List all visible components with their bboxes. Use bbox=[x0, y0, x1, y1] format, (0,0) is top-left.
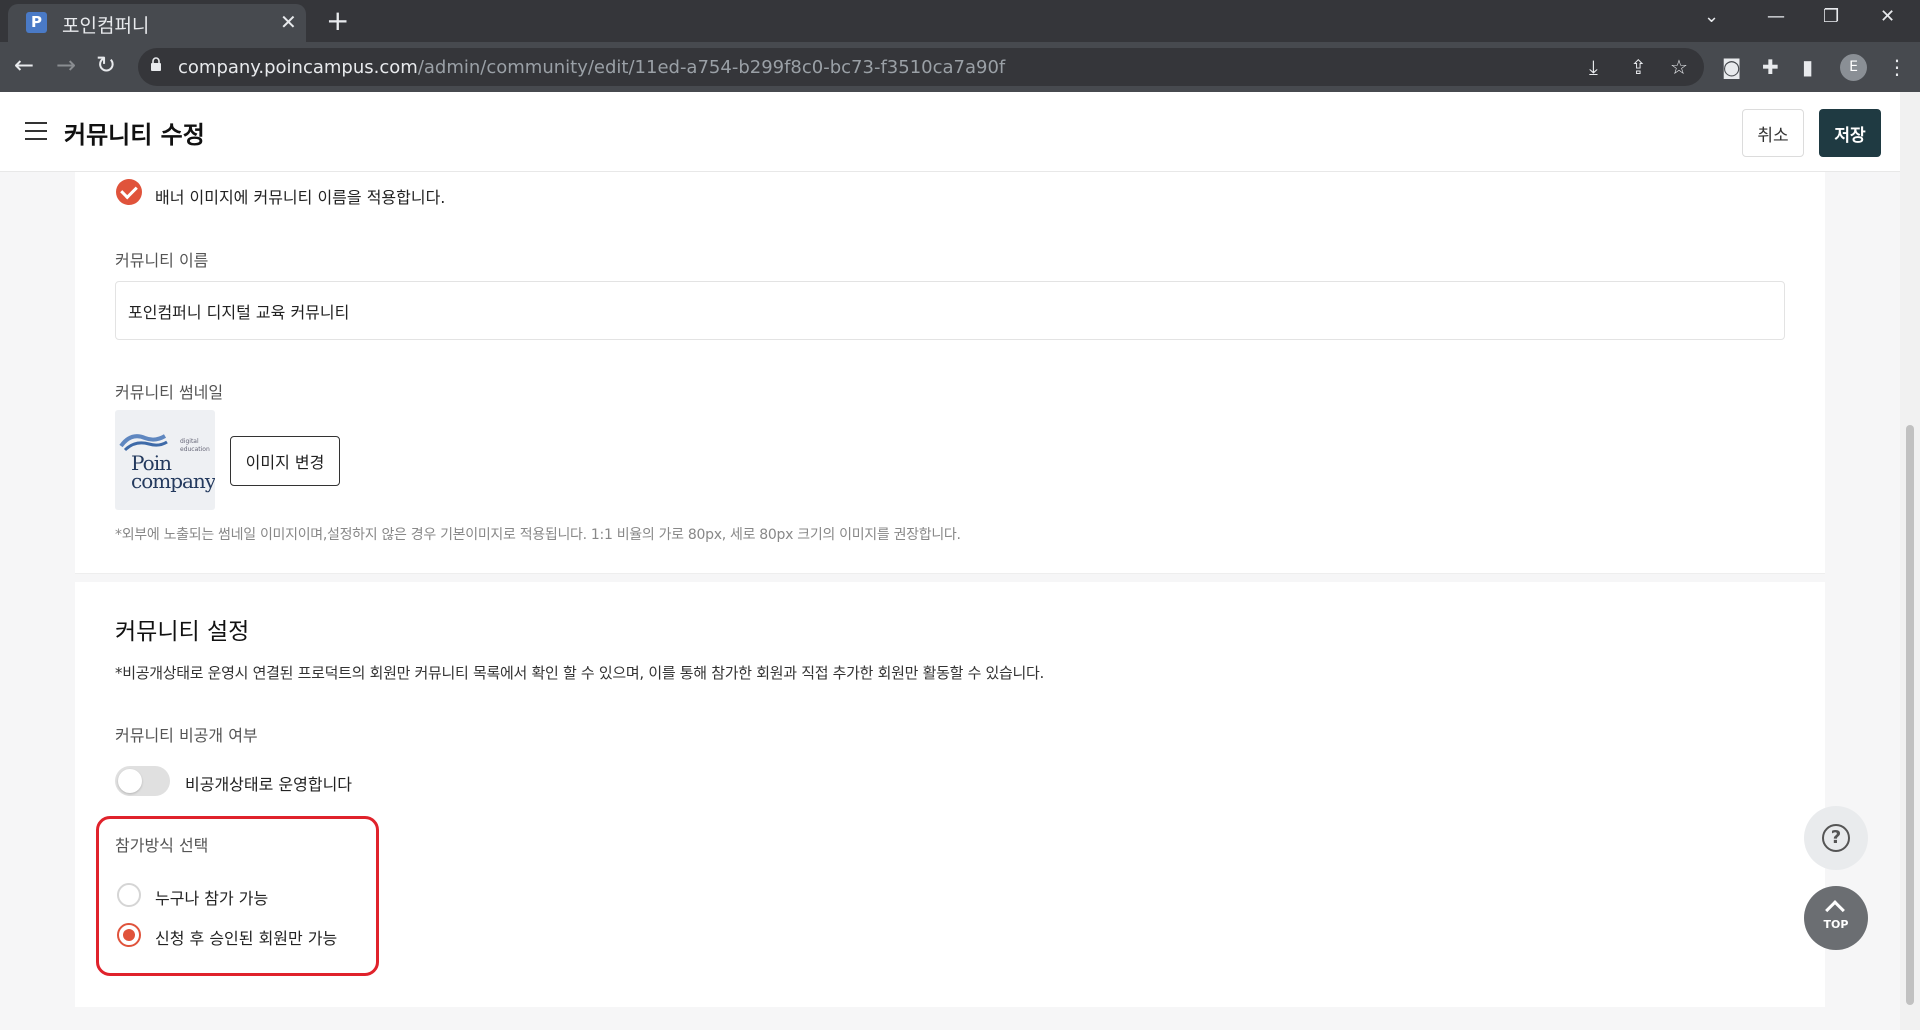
extensions-icon[interactable]: ✚ bbox=[1762, 55, 1779, 79]
logo-tagline: digital education bbox=[180, 438, 210, 453]
close-tab-icon[interactable]: ✕ bbox=[280, 10, 297, 34]
browser-tab[interactable]: P 포인컴퍼니 ✕ bbox=[8, 4, 306, 42]
profile-avatar[interactable]: E bbox=[1840, 54, 1867, 81]
browser-toolbar: ← → ↻ company.poincampus.com/admin/commu… bbox=[0, 42, 1920, 92]
help-button[interactable]: ? bbox=[1804, 806, 1868, 870]
restore-icon[interactable]: ❐ bbox=[1823, 6, 1839, 27]
menu-kebab-icon[interactable]: ⋮ bbox=[1887, 55, 1907, 79]
top-label: TOP bbox=[1823, 918, 1849, 931]
install-icon[interactable]: ⤓ bbox=[1589, 55, 1598, 79]
logo-text: Poin company bbox=[131, 451, 215, 493]
forward-icon[interactable]: → bbox=[56, 51, 76, 79]
private-toggle-label[interactable]: 비공개상태로 운영합니다 bbox=[185, 771, 352, 795]
settings-title: 커뮤니티 설정 bbox=[115, 619, 250, 645]
minimize-icon[interactable]: — bbox=[1767, 6, 1785, 27]
browser-tab-bar: P 포인컴퍼니 ✕ + ⌄ — ❐ ✕ bbox=[0, 0, 1920, 42]
thumbnail-image: digital education Poin company bbox=[115, 410, 215, 510]
chevron-up-icon bbox=[1825, 900, 1845, 920]
hamburger-icon[interactable] bbox=[25, 122, 47, 146]
community-name-input[interactable] bbox=[115, 281, 1785, 340]
bookmark-star-icon[interactable]: ☆ bbox=[1670, 55, 1688, 79]
new-tab-icon[interactable]: + bbox=[326, 4, 349, 37]
reload-icon[interactable]: ↻ bbox=[96, 51, 116, 79]
save-button[interactable]: 저장 bbox=[1819, 109, 1881, 157]
lock-icon bbox=[151, 57, 161, 71]
url-text: company.poincampus.com/admin/community/e… bbox=[178, 57, 1006, 78]
settings-description: *비공개상태로 운영시 연결된 프로덕트의 회원만 커뮤니티 목록에서 확인 할… bbox=[115, 664, 1045, 682]
banner-name-checkbox-label[interactable]: 배너 이미지에 커뮤니티 이름을 적용합니다. bbox=[155, 184, 445, 208]
question-icon: ? bbox=[1822, 824, 1850, 852]
side-panel-icon[interactable]: ▮ bbox=[1802, 55, 1813, 79]
private-toggle[interactable] bbox=[115, 766, 170, 796]
cancel-button[interactable]: 취소 bbox=[1742, 109, 1804, 157]
favicon-icon: P bbox=[26, 12, 47, 33]
private-label: 커뮤니티 비공개 여부 bbox=[115, 726, 258, 745]
camera-icon[interactable]: ◙ bbox=[1722, 55, 1741, 79]
change-image-button[interactable]: 이미지 변경 bbox=[230, 436, 340, 486]
basic-info-card: 배너 이미지에 커뮤니티 이름을 적용합니다. 커뮤니티 이름 커뮤니티 썸네일… bbox=[75, 172, 1825, 574]
page-scrollbar[interactable] bbox=[1900, 92, 1920, 1030]
thumbnail-hint: *외부에 노출되는 썸네일 이미지이며,설정하지 않은 경우 기본이미지로 적용… bbox=[115, 527, 961, 543]
address-bar[interactable]: company.poincampus.com/admin/community/e… bbox=[138, 48, 1704, 86]
scrollbar-thumb[interactable] bbox=[1906, 425, 1914, 1005]
share-icon[interactable]: ⇪ bbox=[1630, 55, 1647, 79]
annotation-highlight-box bbox=[96, 816, 379, 976]
thumbnail-label: 커뮤니티 썸네일 bbox=[115, 383, 224, 402]
tab-title: 포인컴퍼니 bbox=[62, 15, 150, 37]
back-icon[interactable]: ← bbox=[14, 51, 34, 79]
checkbox-checked-icon[interactable] bbox=[116, 179, 142, 205]
app-header: 커뮤니티 수정 취소 저장 bbox=[0, 92, 1900, 172]
community-name-label: 커뮤니티 이름 bbox=[115, 251, 209, 270]
scroll-top-button[interactable]: TOP bbox=[1804, 886, 1868, 950]
close-window-icon[interactable]: ✕ bbox=[1880, 6, 1895, 27]
tab-search-icon[interactable]: ⌄ bbox=[1704, 6, 1719, 27]
page-title: 커뮤니티 수정 bbox=[64, 121, 205, 149]
